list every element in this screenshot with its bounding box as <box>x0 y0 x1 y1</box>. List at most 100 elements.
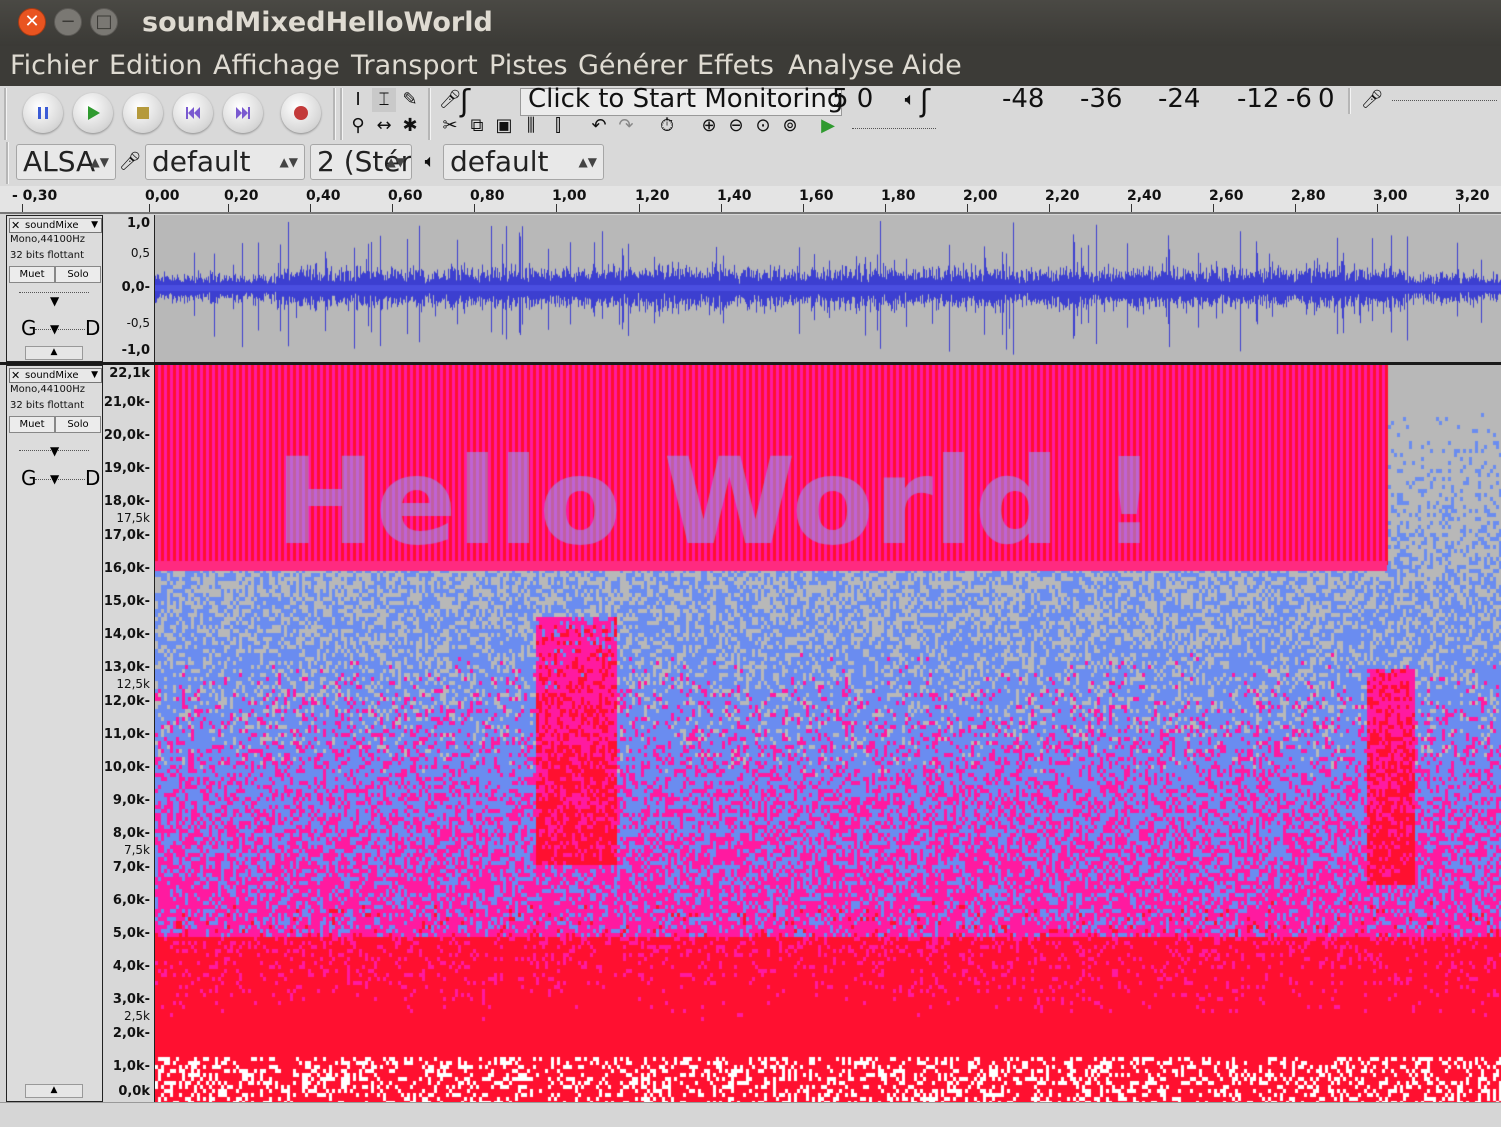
zoom-out-icon[interactable]: ⊖ <box>724 114 748 138</box>
microphone-icon[interactable]: 🎤︎ <box>438 88 462 112</box>
track-name-dropdown[interactable]: ✕ soundMixe ▼ <box>9 368 102 383</box>
ruler-label: 0,20 <box>224 188 259 204</box>
selection-tool-icon[interactable]: I <box>346 88 370 112</box>
scale-label: 20,0k- <box>103 428 150 443</box>
pan-slider[interactable] <box>35 479 85 481</box>
ruler-tick <box>1131 204 1132 212</box>
play-speed-slider[interactable] <box>852 128 936 130</box>
collapse-track-button[interactable]: ▲ <box>25 1084 83 1098</box>
window-minimize-button[interactable]: − <box>54 8 82 36</box>
scale-label: 8,0k- <box>112 826 150 841</box>
fit-project-icon[interactable]: ⊚ <box>778 114 802 138</box>
audio-host-select[interactable]: ALSA ▲▼ <box>16 144 116 180</box>
zoom-tool-icon[interactable]: ⚲ <box>346 114 370 138</box>
undo-icon[interactable]: ↶ <box>587 114 611 138</box>
solo-button[interactable]: Solo <box>55 416 101 433</box>
pan-left-label: G <box>21 466 37 490</box>
scale-label: 16,0k- <box>103 561 150 576</box>
play-at-speed-icon[interactable]: ▶ <box>816 114 840 138</box>
mute-button[interactable]: Muet <box>9 416 55 433</box>
play-button[interactable] <box>73 93 113 133</box>
menu-transport[interactable]: Transport <box>351 50 478 81</box>
toolbar-separator <box>428 88 431 140</box>
skip-to-end-button[interactable] <box>223 93 263 133</box>
scale-label: -0,5 <box>126 316 150 330</box>
window-title: soundMixedHelloWorld <box>142 7 493 38</box>
ruler-tick <box>885 204 886 212</box>
minimize-icon: − <box>60 11 76 32</box>
skip-end-icon <box>236 107 250 119</box>
solo-button[interactable]: Solo <box>55 266 101 283</box>
collapse-icon: ▲ <box>50 347 58 357</box>
recording-device-select[interactable]: default ▲▼ <box>145 144 305 180</box>
scale-label: 15,0k- <box>103 594 150 609</box>
menu-affichage[interactable]: Affichage <box>213 50 340 81</box>
track-name: soundMixe <box>25 220 79 231</box>
ruler-label: - 0,30 <box>12 188 58 204</box>
timeshift-tool-icon[interactable]: ↔ <box>372 114 396 138</box>
spectrogram-frequency-scale[interactable]: 22,1k 21,0k- 20,0k- 19,0k- 18,0k- 17,5k 17,0k-… <box>104 365 155 1102</box>
device-toolbar-grip[interactable] <box>6 142 9 184</box>
trim-icon[interactable]: ⫼ <box>519 114 543 138</box>
fit-selection-icon[interactable]: ⊙ <box>751 114 775 138</box>
cut-icon[interactable]: ✂ <box>438 114 462 138</box>
waveform-display[interactable] <box>155 215 1501 362</box>
pause-button[interactable] <box>23 93 63 133</box>
track-name-dropdown[interactable]: ✕ soundMixe ▼ <box>9 218 102 233</box>
monitor-label[interactable]: Click to Start Monitoring <box>528 84 843 114</box>
menu-edition[interactable]: Edition <box>109 50 202 81</box>
window-close-button[interactable]: ✕ <box>18 8 46 36</box>
window-maximize-button[interactable]: □ <box>90 8 118 36</box>
menu-effets[interactable]: Effets <box>697 50 774 81</box>
multi-tool-icon[interactable]: ✱ <box>398 114 422 138</box>
menu-generer[interactable]: Générer <box>578 50 687 81</box>
toolbar-grip[interactable] <box>4 88 7 140</box>
timeline-ruler[interactable]: - 0,30 0,00 0,20 0,40 0,60 0,80 1,00 1,20 1,40 1,… <box>0 186 1501 214</box>
maximize-icon: □ <box>95 11 113 32</box>
speaker-icon[interactable]: 🔈︎ <box>898 88 922 112</box>
spectrogram-display[interactable] <box>155 365 1501 1102</box>
close-icon[interactable]: ✕ <box>11 369 20 382</box>
pan-slider[interactable] <box>35 329 85 331</box>
pause-icon <box>38 107 48 119</box>
mute-button[interactable]: Muet <box>9 266 55 283</box>
skip-to-start-button[interactable] <box>173 93 213 133</box>
menu-analyse[interactable]: Analyse <box>788 50 894 81</box>
zoom-in-icon[interactable]: ⊕ <box>697 114 721 138</box>
draw-tool-icon[interactable]: ✎ <box>398 88 422 112</box>
close-icon[interactable]: ✕ <box>11 219 20 232</box>
silence-icon[interactable]: ⫿ <box>546 114 570 138</box>
stop-button[interactable] <box>123 93 163 133</box>
record-volume-slider[interactable] <box>1392 100 1497 102</box>
ruler-label: 0,40 <box>306 188 341 204</box>
play-meter-48: -48 <box>1002 84 1045 114</box>
paste-icon[interactable]: ▣ <box>492 114 516 138</box>
scale-label: 21,0k- <box>103 395 150 410</box>
ruler-label: 1,60 <box>799 188 834 204</box>
ruler-tick <box>392 204 393 212</box>
menu-fichier[interactable]: Fichier <box>10 50 98 81</box>
ruler-tick <box>310 204 311 212</box>
recording-channels-select[interactable]: 2 (Stéréo)▲▼ <box>310 144 412 180</box>
mixer-microphone-icon: 🎤︎ <box>1360 89 1384 110</box>
tools-grip[interactable] <box>340 88 343 140</box>
envelope-tool-icon[interactable]: ⌶ <box>372 88 396 112</box>
playback-device-select[interactable]: default ▲▼ <box>443 144 604 180</box>
record-button[interactable] <box>281 93 321 133</box>
waveform-amplitude-scale[interactable]: 1,0 0,5 0,0- -0,5 -1,0 <box>104 215 155 362</box>
ruler-label: 1,80 <box>881 188 916 204</box>
copy-icon[interactable]: ⧉ <box>465 114 489 138</box>
pan-slider-thumb-icon: ▼ <box>50 472 60 486</box>
collapse-track-button[interactable]: ▲ <box>25 346 83 360</box>
redo-icon[interactable]: ↷ <box>614 114 638 138</box>
scale-label: 0,0- <box>121 280 150 295</box>
menu-aide[interactable]: Aide <box>902 50 962 81</box>
play-meter[interactable] <box>940 88 1340 114</box>
play-meter-36: -36 <box>1080 84 1123 114</box>
title-bar: ✕ − □ soundMixedHelloWorld <box>0 0 1501 46</box>
sync-lock-icon[interactable]: ⏱ <box>655 114 679 138</box>
scale-label: 10,0k- <box>103 760 150 775</box>
ruler-label: 0,80 <box>470 188 505 204</box>
scale-label: 2,5k <box>123 1009 150 1023</box>
menu-pistes[interactable]: Pistes <box>489 50 568 81</box>
